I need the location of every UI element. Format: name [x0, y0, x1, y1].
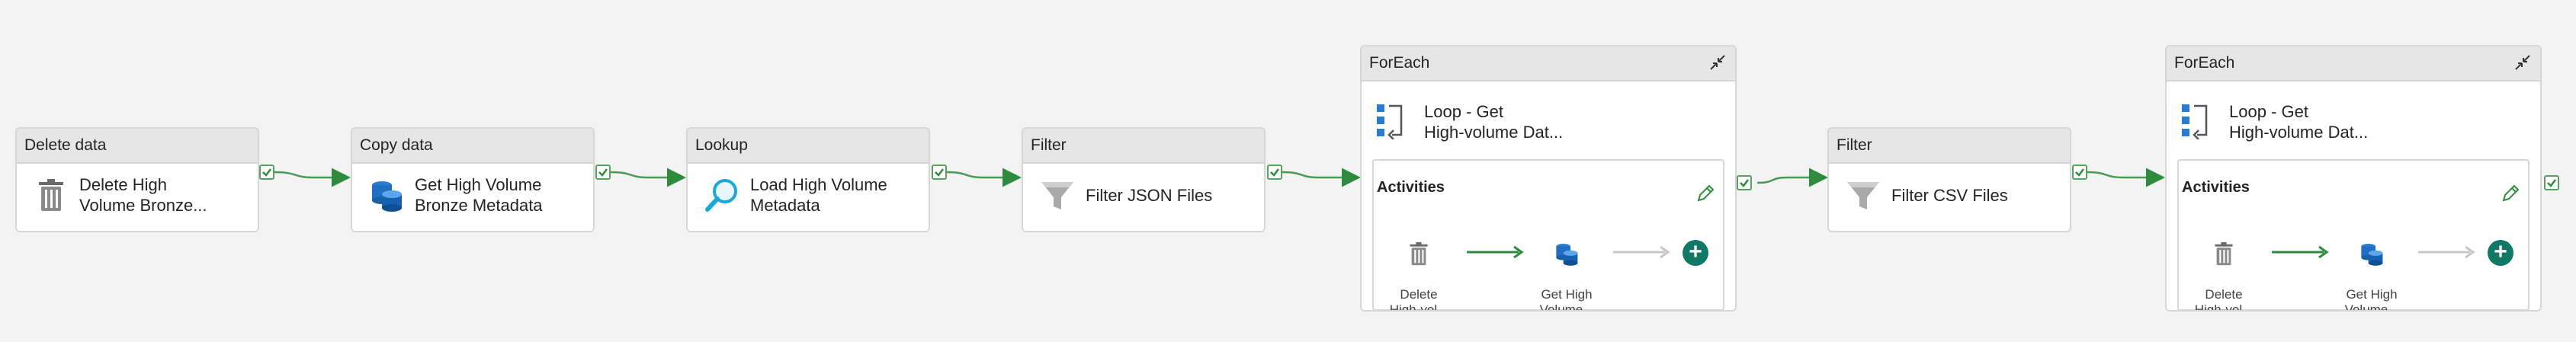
activity-type-label: ForEach — [1362, 46, 1735, 82]
inner-activity-label: Get High Volume... — [2344, 287, 2399, 312]
activity-lookup[interactable]: Lookup Load High Volume Metadata — [686, 127, 930, 232]
inner-activity-get[interactable]: Get High Volume... — [2330, 225, 2414, 312]
success-output-checkbox[interactable] — [932, 165, 947, 180]
foreach-loop-icon — [2182, 104, 2208, 139]
success-output-checkbox[interactable] — [2544, 175, 2559, 190]
activity-copy-data[interactable]: Copy data Get High Volume Bronze Metadat… — [351, 127, 595, 232]
success-arrow — [1467, 245, 1524, 259]
foreach-activities-panel: Activities Delete High-vol... Get High V… — [2177, 159, 2529, 312]
foreach-name: Loop - Get High-volume Dat... — [2229, 102, 2369, 142]
activity-name: Load High Volume Metadata — [750, 175, 887, 215]
activity-type-label: ForEach — [2167, 46, 2540, 82]
collapse-icon[interactable] — [2511, 53, 2533, 74]
pending-arrow — [2418, 245, 2475, 259]
add-activity-button[interactable]: + — [2488, 240, 2513, 266]
activity-type-label: Delete data — [17, 129, 258, 164]
activities-title: Activities — [1377, 179, 1445, 196]
pending-arrow — [1613, 245, 1670, 259]
activity-type-label: Copy data — [352, 129, 593, 164]
activity-type-label: Filter — [1023, 129, 1264, 164]
success-output-checkbox[interactable] — [2072, 165, 2087, 180]
inner-activity-label: Get High Volume... — [1539, 287, 1594, 312]
foreach-activities-panel: Activities Delete High-vol... Get High V… — [1372, 159, 1724, 312]
collapse-icon[interactable] — [1706, 53, 1727, 74]
foreach-container[interactable]: ForEach Loop - Get High-volume Dat... Ac… — [2165, 45, 2542, 312]
activities-title: Activities — [2182, 179, 2250, 196]
pencil-icon[interactable] — [1695, 184, 1715, 203]
success-output-checkbox[interactable] — [259, 165, 274, 180]
trash-icon — [1410, 241, 1428, 266]
activity-filter-json[interactable]: Filter Filter JSON Files — [1022, 127, 1266, 232]
activity-name: Filter CSV Files — [1891, 186, 2008, 205]
database-stack-icon — [2361, 244, 2383, 266]
inner-activity-delete[interactable]: Delete High-vol... — [2182, 225, 2266, 312]
foreach-container[interactable]: ForEach Loop - Get High-volume Dat... Ac… — [1360, 45, 1737, 312]
activity-type-label: Filter — [1829, 129, 2070, 164]
add-activity-button[interactable]: + — [1683, 240, 1708, 266]
activity-name: Filter JSON Files — [1086, 186, 1213, 205]
inner-activity-delete[interactable]: Delete High-vol... — [1377, 225, 1461, 312]
success-output-checkbox[interactable] — [595, 165, 611, 180]
trash-icon — [39, 179, 63, 211]
magnifier-icon — [705, 179, 737, 212]
inner-activity-label: Delete High-vol... — [2194, 287, 2254, 312]
database-stack-icon — [372, 181, 402, 212]
trash-icon — [2215, 241, 2233, 266]
activity-type-label: Lookup — [688, 129, 929, 164]
inner-activity-label: Delete High-vol... — [1389, 287, 1448, 312]
activity-delete-data[interactable]: Delete data Delete High Volume Bronze... — [15, 127, 259, 232]
database-stack-icon — [1556, 244, 1578, 266]
activity-filter-csv[interactable]: Filter Filter CSV Files — [1827, 127, 2071, 232]
funnel-icon — [1041, 182, 1073, 209]
success-arrow — [2272, 245, 2329, 259]
inner-activity-get[interactable]: Get High Volume... — [1525, 225, 1609, 312]
pencil-icon[interactable] — [2501, 184, 2520, 203]
success-output-checkbox[interactable] — [1737, 175, 1752, 190]
foreach-name: Loop - Get High-volume Dat... — [1424, 102, 1564, 142]
foreach-loop-icon — [1377, 104, 1403, 139]
success-output-checkbox[interactable] — [1267, 165, 1282, 180]
funnel-icon — [1847, 182, 1879, 209]
activity-name: Get High Volume Bronze Metadata — [415, 175, 543, 215]
activity-name: Delete High Volume Bronze... — [79, 175, 207, 215]
